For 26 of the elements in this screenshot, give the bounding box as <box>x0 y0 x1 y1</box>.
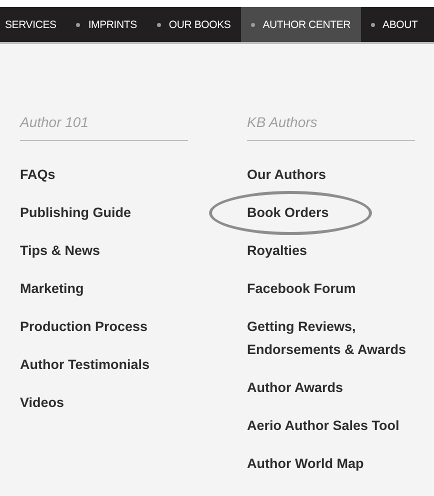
menu-link[interactable]: Book Orders <box>247 201 329 224</box>
nav-link[interactable]: IMPRINTS <box>66 7 147 42</box>
menu-link[interactable]: Tips & News <box>20 239 100 262</box>
menu-link[interactable]: Getting Reviews, Endorsements & Awards <box>247 315 432 361</box>
menu-link[interactable]: Royalties <box>247 239 308 262</box>
menu-link[interactable]: Author Testimonials <box>20 353 150 376</box>
nav-link[interactable]: SERVICES <box>5 7 66 42</box>
menu-link[interactable]: Facebook Forum <box>247 277 356 300</box>
nav-link[interactable]: OUR BOOKS <box>146 7 241 42</box>
bullet-icon <box>76 22 80 26</box>
menu-link[interactable]: Publishing Guide <box>20 201 131 224</box>
menu-link[interactable]: Production Process <box>20 315 148 338</box>
column-heading: Author 101 <box>20 114 90 132</box>
menu-link[interactable]: Author World Map <box>247 452 364 475</box>
nav-link[interactable]: AUTHOR CENTER <box>240 7 361 42</box>
menu-link[interactable]: FAQs <box>20 163 56 186</box>
menu-link[interactable]: Our Authors <box>247 163 326 186</box>
menu-link[interactable]: Aerio Author Sales Tool <box>247 414 400 437</box>
bullet-icon <box>250 22 255 26</box>
column-heading: KB Authors <box>247 114 318 132</box>
menu-link[interactable]: Marketing <box>20 277 84 300</box>
bullet-icon <box>156 22 161 26</box>
bullet-icon <box>370 22 375 26</box>
nav-link[interactable]: ABOUT <box>360 7 428 42</box>
menu-link[interactable]: Videos <box>20 391 64 414</box>
menu-link[interactable]: Author Awards <box>247 376 344 399</box>
